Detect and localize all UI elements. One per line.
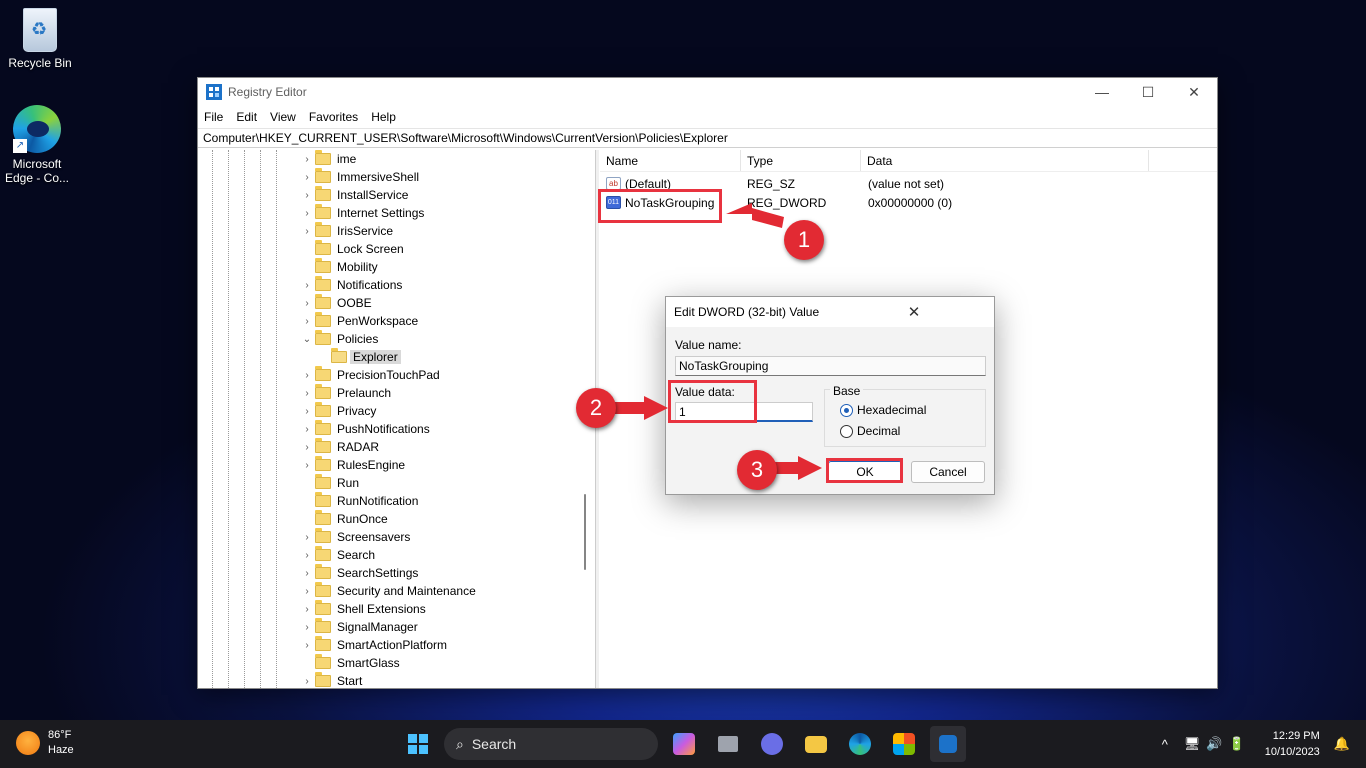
copilot-icon xyxy=(673,733,695,755)
tray-overflow-chevron-icon[interactable]: ^ xyxy=(1162,737,1168,752)
arrow-3-icon xyxy=(774,456,822,480)
chat-icon xyxy=(761,733,783,755)
registry-editor-icon xyxy=(939,735,957,753)
store-icon xyxy=(893,733,915,755)
taskbar-registry-editor[interactable] xyxy=(930,726,966,762)
edge-icon xyxy=(849,733,871,755)
arrow-1-icon xyxy=(726,203,784,228)
taskbar: 86°F Haze ⌕ Search ^ 🖥🔊🔋 12:29 PM 10/10/… xyxy=(0,720,1366,768)
weather-condition: Haze xyxy=(48,744,74,756)
weather-widget[interactable]: 86°F Haze xyxy=(16,728,74,758)
step-3-badge: 3 xyxy=(737,450,777,490)
clock[interactable]: 12:29 PM 10/10/2023 xyxy=(1265,728,1320,760)
sun-haze-icon xyxy=(16,731,40,755)
system-tray: ^ 🖥🔊🔋 12:29 PM 10/10/2023 🔔 xyxy=(1162,720,1350,768)
search-placeholder: Search xyxy=(471,736,517,752)
step-2-badge: 2 xyxy=(576,388,616,428)
arrow-2-icon xyxy=(614,396,668,420)
windows-logo-icon xyxy=(408,734,428,754)
start-button[interactable] xyxy=(400,726,436,762)
taskbar-store[interactable] xyxy=(886,726,922,762)
search-icon: ⌕ xyxy=(456,735,464,752)
taskbar-apps: ⌕ Search xyxy=(400,726,966,762)
folder-icon xyxy=(805,735,827,753)
clock-time: 12:29 PM xyxy=(1272,730,1320,742)
taskbar-edge[interactable] xyxy=(842,726,878,762)
taskbar-task-view[interactable] xyxy=(710,726,746,762)
task-view-icon xyxy=(718,736,738,752)
step-1-badge: 1 xyxy=(784,220,824,260)
weather-temp: 86°F xyxy=(48,729,72,741)
taskbar-file-explorer[interactable] xyxy=(798,726,834,762)
network-volume-battery-icons[interactable]: 🖥🔊🔋 xyxy=(1184,736,1251,752)
clock-date: 10/10/2023 xyxy=(1264,746,1320,758)
notification-bell-icon[interactable]: 🔔 xyxy=(1334,736,1350,752)
taskbar-copilot[interactable] xyxy=(666,726,702,762)
taskbar-search[interactable]: ⌕ Search xyxy=(444,728,658,760)
taskbar-teams-chat[interactable] xyxy=(754,726,790,762)
annotation-arrows xyxy=(614,203,822,480)
